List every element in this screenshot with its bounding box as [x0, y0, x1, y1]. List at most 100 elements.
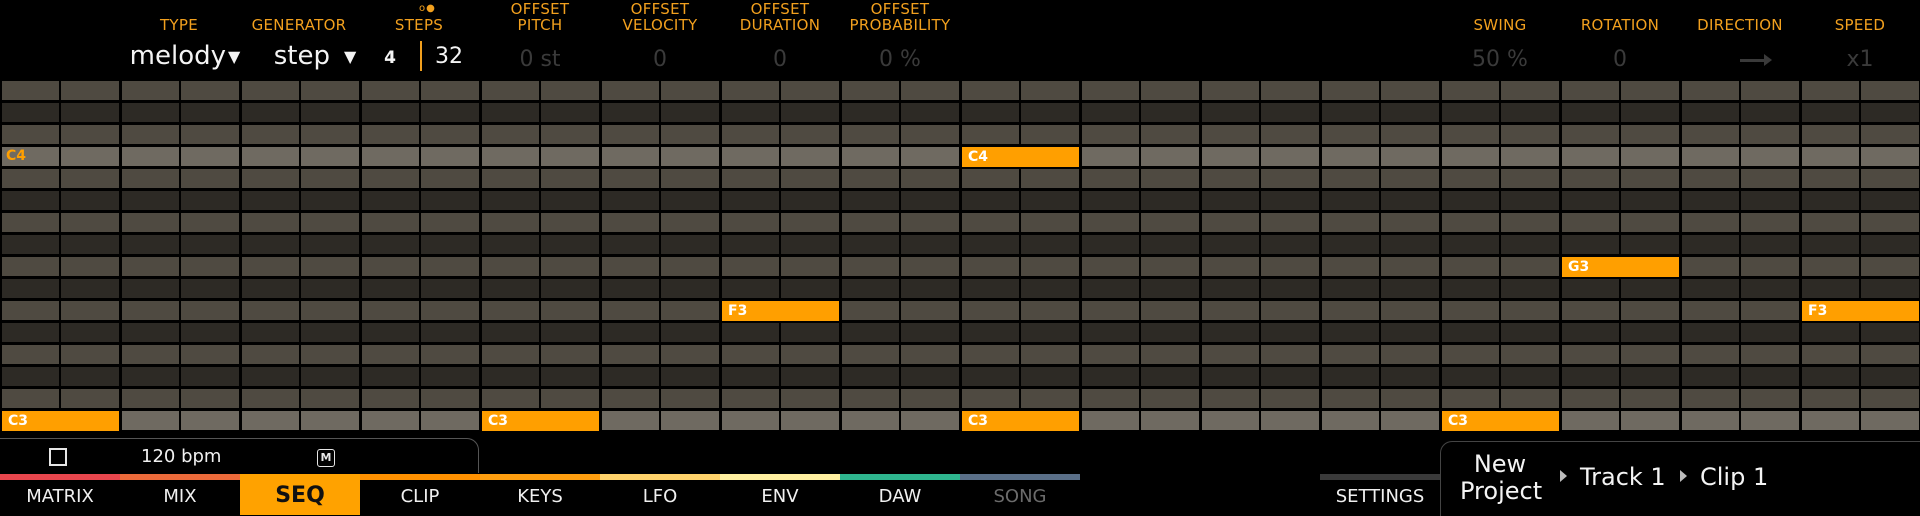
grid-cell[interactable]: [362, 301, 419, 320]
grid-cell[interactable]: [781, 81, 839, 100]
grid-cell[interactable]: [181, 279, 239, 298]
grid-cell[interactable]: [962, 213, 1019, 232]
grid-cell[interactable]: [962, 169, 1019, 188]
grid-cell[interactable]: [541, 81, 599, 100]
grid-cell[interactable]: [61, 323, 119, 342]
grid-cell[interactable]: [122, 367, 179, 386]
grid-cell[interactable]: [1621, 213, 1679, 232]
grid-cell[interactable]: [122, 235, 179, 254]
grid-cell[interactable]: [1861, 103, 1919, 122]
grid-cell[interactable]: [122, 323, 179, 342]
grid-cell[interactable]: [1322, 301, 1379, 320]
grid-cell[interactable]: [1682, 301, 1739, 320]
grid-cell[interactable]: [421, 103, 479, 122]
grid-cell[interactable]: [1322, 257, 1379, 276]
grid-cell[interactable]: [2, 125, 59, 144]
grid-cell[interactable]: [962, 279, 1019, 298]
grid-cell[interactable]: [1381, 125, 1439, 144]
grid-cell[interactable]: [1501, 367, 1559, 386]
grid-cell[interactable]: [2, 367, 59, 386]
grid-cell[interactable]: [1202, 301, 1259, 320]
grid-cell[interactable]: [2, 169, 59, 188]
grid-cell[interactable]: [1562, 279, 1619, 298]
grid-cell[interactable]: [722, 213, 779, 232]
grid-cell[interactable]: [482, 81, 539, 100]
grid-cell[interactable]: [541, 213, 599, 232]
grid-cell[interactable]: [1261, 235, 1319, 254]
grid-cell[interactable]: [722, 367, 779, 386]
grid-cell[interactable]: [722, 411, 779, 430]
grid-cell[interactable]: [301, 279, 359, 298]
grid-cell[interactable]: [421, 367, 479, 386]
tab-lfo[interactable]: LFO: [600, 474, 720, 515]
grid-cell[interactable]: [962, 125, 1019, 144]
grid-cell[interactable]: [602, 257, 659, 276]
grid-cell[interactable]: [1322, 191, 1379, 210]
grid-cell[interactable]: [1741, 257, 1799, 276]
grid-cell[interactable]: [2, 323, 59, 342]
grid-cell[interactable]: [1741, 367, 1799, 386]
grid-cell[interactable]: [602, 125, 659, 144]
grid-cell[interactable]: [1261, 103, 1319, 122]
grid-cell[interactable]: [1682, 345, 1739, 364]
grid-cell[interactable]: [661, 257, 719, 276]
grid-cell[interactable]: [1381, 301, 1439, 320]
grid-cell[interactable]: [1501, 257, 1559, 276]
grid-cell[interactable]: [661, 125, 719, 144]
tab-mix[interactable]: MIX: [120, 474, 240, 515]
grid-cell[interactable]: [1202, 389, 1259, 408]
grid-cell[interactable]: [122, 169, 179, 188]
grid-cell[interactable]: [301, 235, 359, 254]
grid-cell[interactable]: [1861, 345, 1919, 364]
grid-cell[interactable]: [1381, 411, 1439, 430]
grid-cell[interactable]: [962, 301, 1019, 320]
grid-cell[interactable]: [61, 191, 119, 210]
grid-cell[interactable]: [1682, 81, 1739, 100]
grid-cell[interactable]: [1621, 411, 1679, 430]
grid-cell[interactable]: [541, 389, 599, 408]
grid-cell[interactable]: [61, 103, 119, 122]
grid-cell[interactable]: [242, 235, 299, 254]
grid-cell[interactable]: [482, 147, 539, 166]
grid-cell[interactable]: [1741, 147, 1799, 166]
grid-cell[interactable]: [1322, 125, 1379, 144]
grid-cell[interactable]: [1682, 125, 1739, 144]
tab-env[interactable]: ENV: [720, 474, 840, 515]
grid-cell[interactable]: [842, 213, 899, 232]
grid-cell[interactable]: [122, 191, 179, 210]
grid-cell[interactable]: [1861, 213, 1919, 232]
grid-cell[interactable]: [1741, 411, 1799, 430]
grid-cell[interactable]: [421, 191, 479, 210]
grid-cell[interactable]: [541, 147, 599, 166]
grid-cell[interactable]: [482, 301, 539, 320]
grid-cell[interactable]: [1381, 147, 1439, 166]
grid-cell[interactable]: [1381, 323, 1439, 342]
grid-cell[interactable]: [1682, 279, 1739, 298]
grid-cell[interactable]: [1682, 191, 1739, 210]
grid-cell[interactable]: [661, 147, 719, 166]
grid-cell[interactable]: [901, 257, 959, 276]
grid-cell[interactable]: [482, 125, 539, 144]
grid-cell[interactable]: [1682, 367, 1739, 386]
grid-cell[interactable]: [602, 279, 659, 298]
grid-cell[interactable]: [602, 301, 659, 320]
grid-cell[interactable]: [1381, 279, 1439, 298]
grid-cell[interactable]: [541, 279, 599, 298]
note-block[interactable]: C3: [1442, 411, 1559, 431]
grid-cell[interactable]: [1021, 301, 1079, 320]
grid-cell[interactable]: [842, 279, 899, 298]
grid-cell[interactable]: [842, 323, 899, 342]
grid-cell[interactable]: [901, 367, 959, 386]
grid-cell[interactable]: [181, 147, 239, 166]
grid-cell[interactable]: [1501, 345, 1559, 364]
grid-cell[interactable]: [362, 103, 419, 122]
grid-cell[interactable]: [1562, 323, 1619, 342]
grid-cell[interactable]: [2, 103, 59, 122]
grid-cell[interactable]: [1442, 213, 1499, 232]
grid-cell[interactable]: [1501, 235, 1559, 254]
grid-cell[interactable]: [362, 81, 419, 100]
grid-cell[interactable]: [181, 169, 239, 188]
grid-cell[interactable]: [901, 389, 959, 408]
grid-cell[interactable]: [602, 147, 659, 166]
generator-select[interactable]: step ▼: [274, 43, 357, 70]
